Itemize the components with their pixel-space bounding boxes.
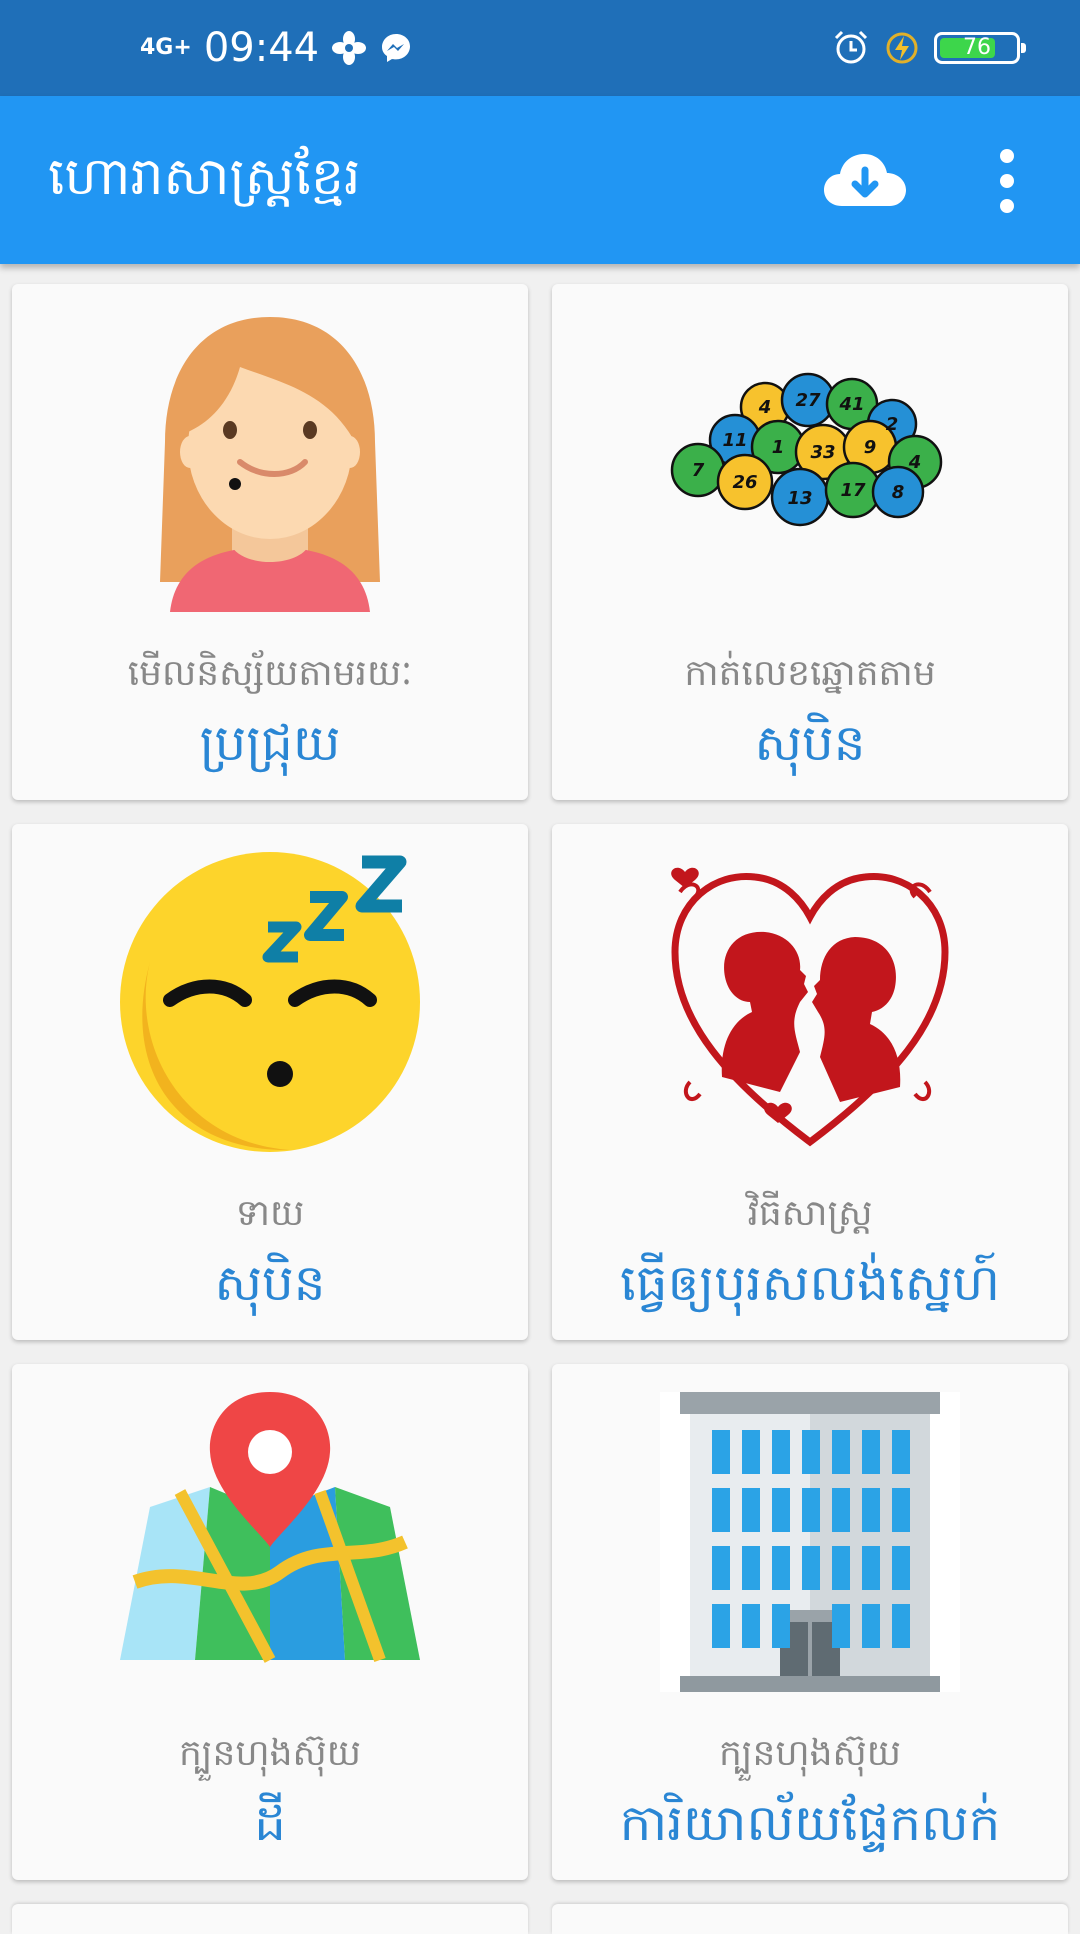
cloud-download-icon bbox=[824, 154, 906, 206]
building-window bbox=[742, 1488, 760, 1532]
card-subtitle: ក្បួនហុងស៊ុយ bbox=[178, 1733, 362, 1774]
alarm-icon bbox=[834, 30, 868, 64]
card-subtitle: កាត់លេខឆ្នោតតាម bbox=[684, 653, 936, 694]
building-window bbox=[832, 1546, 850, 1590]
building-window bbox=[772, 1488, 790, 1532]
ball-number: 8 bbox=[892, 482, 905, 503]
network-indicator: 4G+ bbox=[140, 35, 192, 60]
building-window bbox=[832, 1604, 850, 1648]
clock: 09:44 bbox=[203, 25, 320, 71]
map-pin-icon bbox=[120, 1392, 420, 1663]
building-window bbox=[892, 1546, 910, 1590]
building-window bbox=[712, 1430, 730, 1474]
ball-number: 33 bbox=[810, 442, 835, 463]
card-title: សុបិន bbox=[214, 1254, 326, 1312]
building-window bbox=[832, 1430, 850, 1474]
card-mole-reading[interactable]: មើលនិស្ស័យតាមរយៈ ប្រជ្រុយ bbox=[12, 284, 528, 800]
building-window bbox=[802, 1430, 820, 1474]
card-title: សុបិន bbox=[754, 714, 866, 772]
card-title: ធ្វើឲ្យបុរសលង់ស្នេហ៍ bbox=[620, 1254, 1000, 1312]
card-office-fengshui[interactable]: ក្បួនហុងស៊ុយ ការិយាល័យផ្ទែកលក់ bbox=[552, 1364, 1068, 1880]
ball-number: 26 bbox=[732, 472, 757, 493]
more-vert-icon bbox=[1000, 149, 1014, 213]
card-partial[interactable] bbox=[552, 1904, 1068, 1934]
ball-number: 4 bbox=[758, 397, 772, 418]
building-window bbox=[862, 1546, 880, 1590]
charging-icon bbox=[886, 32, 918, 64]
card-subtitle: វិធីសាស្ត្រ bbox=[747, 1193, 873, 1234]
building-window bbox=[712, 1546, 730, 1590]
card-title: ដី bbox=[254, 1794, 286, 1852]
app-title: ហោរាសាស្ត្រខ្មែរ bbox=[48, 147, 361, 207]
download-button[interactable] bbox=[820, 140, 910, 220]
building-window bbox=[712, 1488, 730, 1532]
battery-level: 76 bbox=[963, 35, 991, 60]
sleeping-emoji-icon bbox=[120, 852, 420, 1152]
building-window bbox=[742, 1604, 760, 1648]
card-subtitle: ក្បួនហុងស៊ុយ bbox=[718, 1733, 902, 1774]
girl-face-icon bbox=[160, 317, 380, 612]
ball-number: 1 bbox=[772, 437, 785, 458]
building-window bbox=[712, 1604, 730, 1648]
building-window bbox=[862, 1430, 880, 1474]
overflow-menu-button[interactable] bbox=[992, 146, 1022, 216]
building-window bbox=[802, 1546, 820, 1590]
building-window bbox=[772, 1604, 790, 1648]
battery-indicator: 76 bbox=[934, 32, 1026, 64]
building-window bbox=[892, 1488, 910, 1532]
ball-number: 13 bbox=[787, 488, 812, 509]
ball-number: 17 bbox=[840, 480, 866, 501]
building-window bbox=[772, 1546, 790, 1590]
ball-number: 9 bbox=[864, 437, 877, 458]
card-lottery-dream[interactable]: 4 27 41 2 11 1 33 9 7 26 13 17 8 4 កាត់ល… bbox=[552, 284, 1068, 800]
card-subtitle: មើលនិស្ស័យតាមរយៈ bbox=[127, 653, 413, 694]
card-title: ប្រជ្រុយ bbox=[199, 714, 341, 772]
building-window bbox=[772, 1430, 790, 1474]
card-subtitle: ទាយ bbox=[235, 1193, 305, 1234]
ball-number: 7 bbox=[692, 460, 705, 481]
app-bar: ហោរាសាស្ត្រខ្មែរ bbox=[0, 96, 1080, 264]
status-bar: 4G+ 09:44 76 bbox=[0, 0, 1080, 96]
card-land-fengshui[interactable]: ក្បួនហុងស៊ុយ ដី bbox=[12, 1364, 528, 1880]
card-partial[interactable] bbox=[12, 1904, 528, 1934]
ball-number: 4 bbox=[908, 452, 922, 473]
card-title: ការិយាល័យផ្ទែកលក់ bbox=[619, 1794, 1001, 1852]
office-building-icon bbox=[660, 1392, 960, 1692]
building-window bbox=[832, 1488, 850, 1532]
ball-number: 2 bbox=[886, 414, 899, 435]
building-window bbox=[862, 1488, 880, 1532]
ball-number: 27 bbox=[795, 390, 821, 411]
kissing-couple-heart-icon bbox=[671, 867, 949, 1147]
building-window bbox=[802, 1488, 820, 1532]
lottery-balls-icon: 4 27 41 2 11 1 33 9 7 26 13 17 8 4 bbox=[670, 372, 943, 527]
building-window bbox=[862, 1604, 880, 1648]
card-dream-prediction[interactable]: ទាយ សុបិន bbox=[12, 824, 528, 1340]
building-window bbox=[892, 1604, 910, 1648]
ball-number: 41 bbox=[838, 394, 864, 415]
fan-icon bbox=[332, 31, 367, 65]
card-love-method[interactable]: វិធីសាស្ត្រ ធ្វើឲ្យបុរសលង់ស្នេហ៍ bbox=[552, 824, 1068, 1340]
building-window bbox=[742, 1430, 760, 1474]
messenger-icon bbox=[382, 34, 411, 62]
ball-number: 11 bbox=[722, 430, 747, 451]
building-window bbox=[742, 1546, 760, 1590]
building-window bbox=[892, 1430, 910, 1474]
